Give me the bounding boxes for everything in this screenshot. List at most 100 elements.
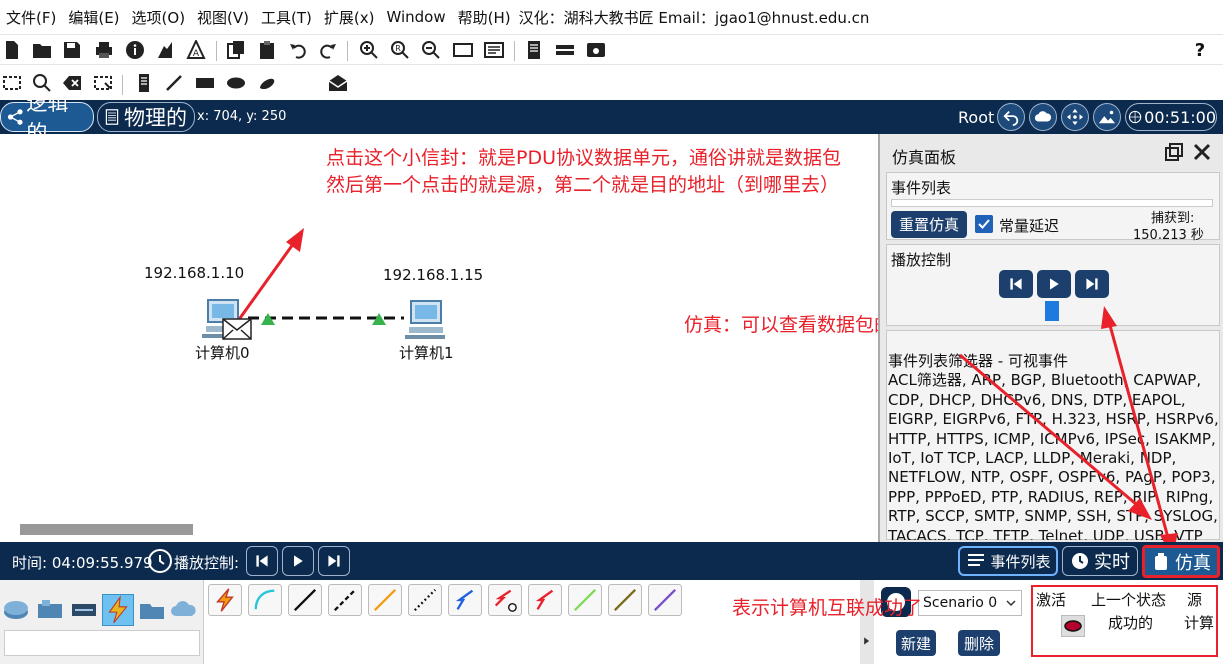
realtime-mode-button[interactable]: 实时 <box>1062 546 1138 576</box>
constant-delay-checkbox[interactable] <box>975 215 993 233</box>
bottom-step-forward-button[interactable] <box>318 546 350 576</box>
line-tool-icon[interactable] <box>162 71 186 95</box>
step-forward-button[interactable] <box>1075 270 1109 298</box>
horizontal-scrollbar[interactable] <box>20 524 193 535</box>
bottom-step-back-button[interactable] <box>246 546 278 576</box>
undo-icon[interactable] <box>286 38 310 62</box>
close-icon[interactable] <box>1192 142 1212 162</box>
playback-speed-slider[interactable] <box>1045 301 1059 321</box>
pc0-ip-label: 192.168.1.10 <box>144 264 245 282</box>
cloud-icon[interactable] <box>1029 103 1057 131</box>
logical-view-tab[interactable]: 逻辑的 <box>0 91 94 145</box>
hub-category-icon[interactable] <box>70 596 98 624</box>
chevron-down-icon <box>1006 600 1016 607</box>
save-icon[interactable] <box>60 38 84 62</box>
event-list-toggle[interactable]: 事件列表 <box>958 546 1058 576</box>
open-folder-icon[interactable] <box>30 38 54 62</box>
bottom-play-button[interactable] <box>282 546 314 576</box>
fiber-cable-button[interactable] <box>368 584 402 616</box>
help-button[interactable]: ? <box>1188 38 1212 62</box>
redo-icon[interactable] <box>316 38 340 62</box>
move-icon[interactable] <box>1061 103 1089 131</box>
globe-clock-icon <box>1128 110 1142 124</box>
end-devices-category-icon[interactable] <box>138 596 166 624</box>
physical-view-tab[interactable]: 物理的 <box>97 102 195 132</box>
note-tool-icon[interactable] <box>132 71 156 95</box>
menu-file[interactable]: 文件(F) <box>0 7 62 28</box>
freeform-tool-icon[interactable] <box>255 71 279 95</box>
device-search-box[interactable] <box>4 630 200 656</box>
iot-cable-button[interactable] <box>608 584 642 616</box>
device-categories <box>0 580 204 664</box>
stopwatch-icon <box>1155 552 1167 570</box>
active-toggle[interactable] <box>1061 615 1085 637</box>
auto-cable-button[interactable] <box>208 584 242 616</box>
straight-through-cable-button[interactable] <box>288 584 322 616</box>
serial-dte-cable-button[interactable] <box>528 584 562 616</box>
menu-edit[interactable]: 编辑(E) <box>62 7 125 28</box>
event-list-icon <box>968 554 985 566</box>
background-image-icon[interactable] <box>1093 103 1121 131</box>
print-icon[interactable] <box>92 38 116 62</box>
zoom-in-icon[interactable] <box>357 38 381 62</box>
new-file-icon[interactable] <box>0 38 24 62</box>
menu-window[interactable]: Window <box>380 8 451 26</box>
ellipse-tool-icon[interactable] <box>224 71 248 95</box>
phone-cable-button[interactable] <box>408 584 442 616</box>
router-category-icon[interactable] <box>2 596 30 624</box>
zoom-reset-icon[interactable]: R <box>388 38 412 62</box>
cloud-category-icon[interactable] <box>170 596 198 624</box>
checkmark-icon <box>978 219 990 229</box>
event-list-section: 事件列表 重置仿真 常量延迟 捕获到: 150.213 秒 <box>886 172 1220 243</box>
pc1-device[interactable] <box>403 299 451 341</box>
active-indicator-icon <box>1064 620 1082 632</box>
network-info-icon[interactable]: A <box>184 38 208 62</box>
pdu-event-table: 激活 上一个状态 源 成功的 计算 <box>1031 585 1218 657</box>
step-back-icon <box>256 555 268 567</box>
crossover-cable-button[interactable] <box>328 584 362 616</box>
resize-tool-icon[interactable] <box>91 71 115 95</box>
logical-workspace[interactable]: 192.168.1.10 192.168.1.15 计算机0 计算机1 点击这个… <box>0 134 969 542</box>
console-cable-button[interactable] <box>248 584 282 616</box>
event-list-toggle-label: 事件列表 <box>990 552 1051 571</box>
device-template-icon[interactable] <box>584 38 608 62</box>
event-list-box[interactable] <box>891 199 1213 207</box>
delete-scenario-button[interactable]: 删除 <box>958 630 1000 656</box>
envelope-note-line1: 点击这个小信封：就是PDU协议数据单元，通俗讲就是数据包 <box>326 147 841 169</box>
menu-extensions[interactable]: 扩展(x) <box>318 7 381 28</box>
reset-simulation-button[interactable]: 重置仿真 <box>891 211 967 238</box>
drawing-palette-icon[interactable] <box>451 38 475 62</box>
paste-icon[interactable] <box>255 38 279 62</box>
switch-config-icon[interactable] <box>553 38 577 62</box>
serial-dce-cable-button[interactable] <box>488 584 522 616</box>
new-scenario-button[interactable]: 新建 <box>896 630 936 656</box>
menu-tools[interactable]: 工具(T) <box>255 7 318 28</box>
timer-icon[interactable] <box>148 549 172 573</box>
step-back-button[interactable] <box>999 270 1033 298</box>
back-arrow-icon[interactable] <box>997 103 1025 131</box>
copy-icon[interactable] <box>224 38 248 62</box>
select-tool-icon[interactable] <box>0 71 24 95</box>
activity-wizard-icon[interactable] <box>153 38 177 62</box>
scenario-select[interactable]: Scenario 0 <box>918 590 1022 616</box>
add-complex-pdu-icon[interactable] <box>326 71 350 95</box>
octal-cable-button[interactable] <box>568 584 602 616</box>
zoom-out-icon[interactable] <box>419 38 443 62</box>
undock-icon[interactable] <box>1164 142 1184 162</box>
connections-category-button[interactable] <box>102 594 134 626</box>
pdu-envelope-icon[interactable] <box>222 318 252 340</box>
info-icon[interactable] <box>123 38 147 62</box>
coaxial-cable-button[interactable] <box>448 584 482 616</box>
menu-view[interactable]: 视图(V) <box>191 7 255 28</box>
custom-device-icon[interactable] <box>482 38 506 62</box>
menu-options[interactable]: 选项(O) <box>126 7 192 28</box>
menu-help[interactable]: 帮助(H) <box>452 7 517 28</box>
event-filter-list[interactable]: 事件列表筛选器 - 可视事件 ACL筛选器, ARP, BGP, Bluetoo… <box>888 352 1220 540</box>
usb-cable-button[interactable] <box>648 584 682 616</box>
rectangle-tool-icon[interactable] <box>193 71 217 95</box>
simulation-mode-button[interactable]: 仿真 <box>1142 545 1220 578</box>
switch-category-icon[interactable] <box>36 596 64 624</box>
play-button[interactable] <box>1037 270 1071 298</box>
document-icon[interactable] <box>522 38 546 62</box>
clock-display[interactable]: 00:51:00 <box>1125 103 1217 131</box>
